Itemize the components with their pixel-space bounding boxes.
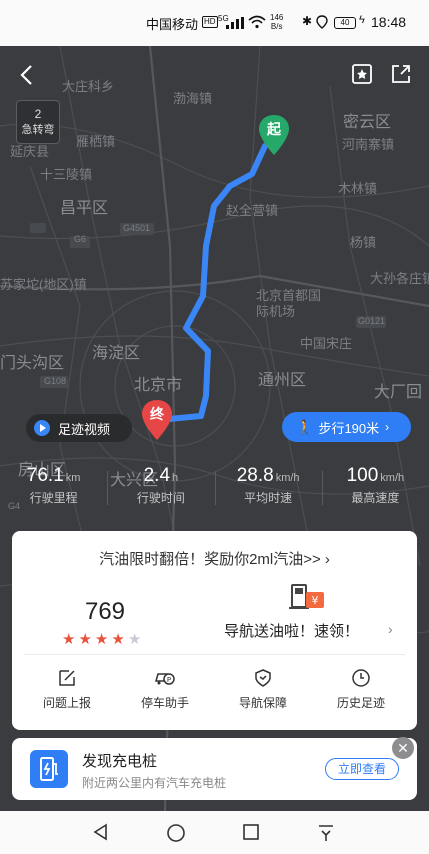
stat-label: 行驶里程 [29,491,78,505]
navigation-guarantee-button[interactable]: 导航保障 [223,668,303,712]
clock: 18:48 [371,14,407,30]
star-rating: ★ ★ ★ ★ ★ [62,630,162,648]
parking-assistant-button[interactable]: P 停车助手 [125,668,205,712]
footprint-video-label: 足迹视频 [58,421,111,437]
view-now-button[interactable]: 立即查看 [325,758,399,780]
end-pin-label: 终 [150,406,164,422]
status-bar: 中国移动 HD 5G 146 B/s ✱ 40 ϟ 18:48 [0,0,429,46]
charging-title: 发现充电桩 [82,753,158,770]
stat-unit: h [172,472,179,484]
divider [24,654,405,655]
chevron-right-icon[interactable]: › [388,621,393,637]
network-speed: 146 B/s [270,13,283,31]
trip-stats: 76.1 km 行驶里程 2.4 h 行驶时间 28.8 km/h 平均时速 100 k… [0,465,429,513]
play-icon [34,420,50,436]
tool-label: 导航保障 [238,696,287,710]
stat-max-speed: 100 km/h 最高速度 [321,465,429,513]
star-filled-icon: ★ [94,631,109,648]
star-filled-icon: ★ [62,631,76,648]
stat-label: 平均时速 [244,491,293,505]
tool-label: 停车助手 [140,696,189,710]
stat-label: 行驶时间 [136,491,185,505]
clock-icon [352,669,370,687]
edit-icon [59,670,75,686]
speed-unit: B/s [270,22,283,31]
walking-person-icon: 🚶 [296,418,314,435]
fuel-pump-coupon-icon: ¥ [289,584,324,609]
charging-station-icon [30,750,68,788]
charging-icon: ϟ [359,14,365,26]
bluetooth-icon: ✱ [302,14,313,28]
nav-recents-icon[interactable] [242,823,260,841]
tool-label: 问题上报 [42,696,91,710]
stat-unit: km/h [275,472,300,484]
start-pin-label: 起 [267,121,281,137]
stat-value: 2.4 [143,465,171,486]
walk-button[interactable]: 🚶 步行190米 › [282,412,411,442]
share-icon[interactable] [389,62,413,86]
speed-value: 146 [270,13,284,22]
nav-back-icon[interactable] [92,823,110,841]
end-pin[interactable]: 终 [140,398,174,442]
stat-average-speed: 28.8 km/h 平均时速 [214,465,322,513]
wifi-icon [248,15,266,29]
score-value: 769 [84,598,126,625]
sharp-turn-label: 急转弯 [21,124,55,136]
back-arrow-icon[interactable] [14,62,40,88]
charging-subtitle: 附近两公里内有汽车充电桩 [82,776,227,790]
stat-unit: km/h [380,472,405,484]
signal-icon [226,17,244,29]
svg-text:¥: ¥ [312,594,319,607]
hd-icon: HD [202,16,218,28]
battery-icon: 40 [334,17,356,29]
stat-label: 最高速度 [351,491,400,505]
nav-notification-icon[interactable] [316,823,336,843]
system-nav-bar [0,811,429,854]
close-icon[interactable]: ✕ [392,737,414,759]
bookmark-star-icon[interactable] [350,62,374,86]
start-pin[interactable]: 起 [257,113,291,157]
chevron-right-icon: › [385,420,390,434]
history-footprint-button[interactable]: 历史足迹 [321,668,401,712]
stat-value: 76.1 [26,465,64,486]
stat-unit: km [65,472,81,484]
star-filled-icon: ★ [111,631,125,648]
tool-label: 历史足迹 [336,696,385,710]
stat-duration: 2.4 h 行驶时间 [107,465,214,513]
fuel-promo-text[interactable]: 导航送油啦！速领！ [224,620,359,641]
star-empty-icon: ★ [127,631,142,648]
footprint-video-button[interactable]: 足迹视频 [26,414,132,442]
svg-text:P: P [167,676,171,684]
nav-home-icon[interactable] [166,823,186,843]
car-parking-icon: P [155,673,175,685]
sharp-turn-count: 2 [34,107,42,121]
report-issue-button[interactable]: 问题上报 [27,668,107,712]
location-icon [316,15,328,29]
charging-station-card[interactable]: 发现充电桩 附近两公里内有汽车充电桩 立即查看 [12,738,417,800]
carrier-name: 中国移动 [146,17,199,32]
stat-value: 28.8 [236,465,274,486]
sharp-turn-badge[interactable]: 2 急转弯 [16,100,60,144]
walk-label: 步行190米 [318,420,380,436]
fuel-double-promo[interactable]: 汽油限时翻倍！奖励你2ml汽油>> › [12,548,417,569]
shield-icon [255,669,271,687]
star-filled-icon: ★ [78,631,92,648]
stat-value: 100 [346,465,379,486]
stat-distance: 76.1 km 行驶里程 [0,465,107,513]
